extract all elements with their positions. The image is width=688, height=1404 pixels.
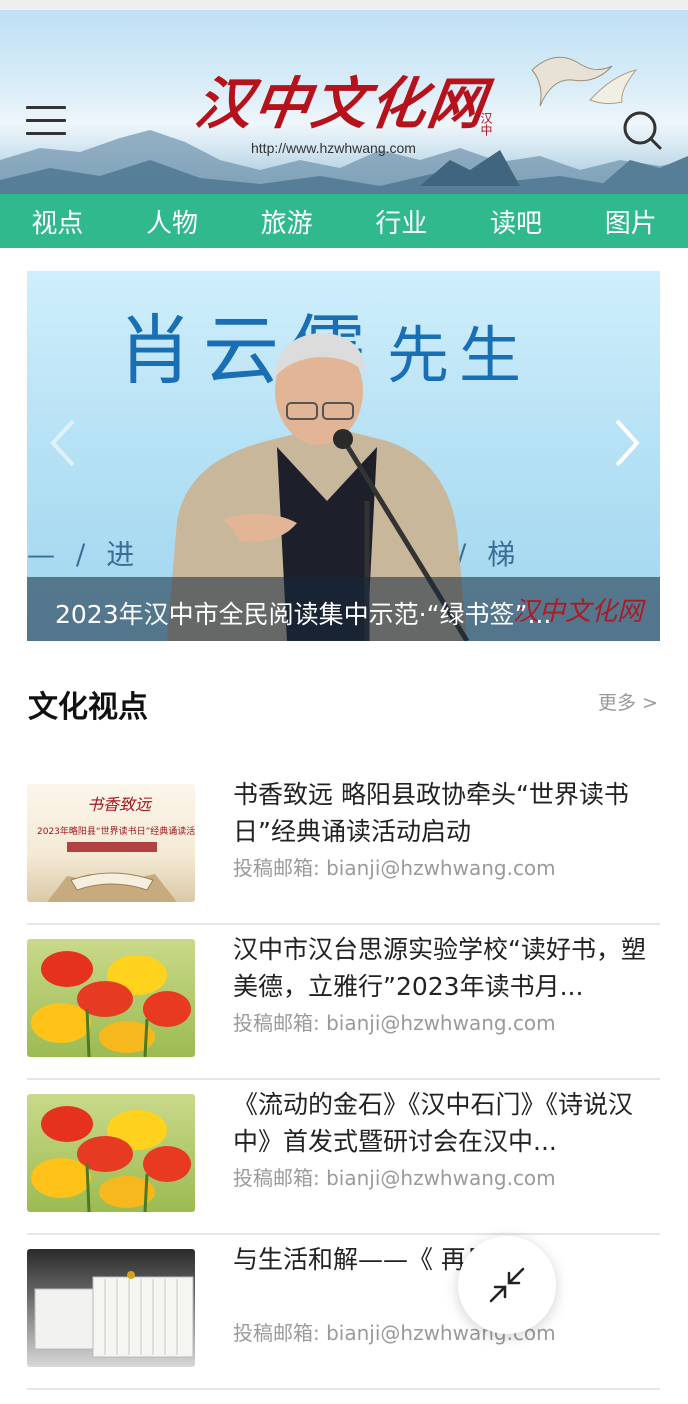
search-button[interactable] — [620, 108, 664, 152]
collapse-arrows-icon — [489, 1267, 525, 1303]
nav-item-reading[interactable]: 读吧 — [459, 203, 574, 240]
flower-image — [31, 951, 191, 1057]
article-item[interactable]: 《流动的金石》《汉中石门》《诗说汉中》首发式暨研讨会在汉中... 投稿邮箱: b… — [27, 1080, 660, 1235]
article-title[interactable]: 与生活和解——《 再见》序 — [233, 1241, 653, 1315]
collapse-floating-button[interactable] — [458, 1236, 556, 1334]
more-link[interactable]: 更多 > — [598, 688, 658, 715]
carousel-prev-arrow-icon[interactable] — [43, 413, 83, 473]
carousel-caption-bar: 汉中文化网 2023年汉中市全民阅读集中示范·“绿书签”... — [27, 577, 660, 641]
carousel-caption[interactable]: 2023年汉中市全民阅读集中示范·“绿书签”... — [55, 595, 625, 631]
article-item[interactable]: 与生活和解——《 再见》序 投稿邮箱: bianji@hzwhwang.com — [27, 1235, 660, 1390]
crane-birds — [531, 56, 638, 107]
svg-text:2023年略阳县“世界读书日”经典诵读活动: 2023年略阳县“世界读书日”经典诵读活动 — [37, 825, 195, 837]
article-item[interactable]: 书香致远 2023年略阳县“世界读书日”经典诵读活动 书香致远 略阳县政协牵头“… — [27, 770, 660, 925]
article-thumbnail: 书香致远 2023年略阳县“世界读书日”经典诵读活动 — [27, 784, 195, 902]
logo-url: http://www.hzwhwang.com — [251, 140, 416, 156]
logo-title: 汉中文化网 — [191, 71, 491, 137]
svg-text:书香致远: 书香致远 — [87, 795, 153, 814]
article-thumbnail — [27, 1094, 195, 1212]
article-email: 投稿邮箱: bianji@hzwhwang.com — [233, 1166, 556, 1190]
nav-item-pictures[interactable]: 图片 — [573, 203, 688, 240]
carousel-next-arrow-icon[interactable] — [607, 413, 647, 473]
hamburger-menu-icon — [26, 106, 66, 109]
article-title[interactable]: 书香致远 略阳县政协牵头“世界读书日”经典诵读活动启动 — [233, 776, 653, 850]
books-stack-image — [34, 1271, 194, 1358]
article-email: 投稿邮箱: bianji@hzwhwang.com — [233, 856, 556, 880]
menu-button[interactable] — [26, 106, 66, 142]
book-event-image: 书香致远 2023年略阳县“世界读书日”经典诵读活动 — [37, 795, 195, 902]
category-nav: 视点 人物 旅游 行业 读吧 图片 — [0, 194, 688, 248]
nav-item-industry[interactable]: 行业 — [344, 203, 459, 240]
nav-item-people[interactable]: 人物 — [115, 203, 230, 240]
featured-carousel[interactable]: 肖云儒先生 — / 进 价 / 梯 汉中文化网 2023年汉中市全民阅读集中示范… — [27, 271, 660, 641]
section-title: 文化视点 — [28, 690, 148, 725]
site-logo[interactable]: 汉中文化网 汉中 http://www.hzwhwang.com — [191, 71, 496, 162]
article-item[interactable]: 汉中市汉台思源实验学校“读好书，塑美德，立雅行”2023年读书月... 投稿邮箱… — [27, 925, 660, 1080]
nav-item-travel[interactable]: 旅游 — [229, 203, 344, 240]
nav-item-viewpoint[interactable]: 视点 — [0, 203, 115, 240]
status-strip — [0, 0, 688, 10]
flower-image — [31, 1106, 191, 1212]
site-header: 汉中文化网 汉中 http://www.hzwhwang.com — [0, 10, 688, 194]
article-thumbnail — [27, 1249, 195, 1367]
logo-seal-mark: 汉中 — [479, 112, 493, 136]
divider — [27, 1388, 660, 1390]
article-title[interactable]: 汉中市汉台思源实验学校“读好书，塑美德，立雅行”2023年读书月... — [233, 931, 653, 1005]
article-email: 投稿邮箱: bianji@hzwhwang.com — [233, 1011, 556, 1035]
search-icon — [623, 111, 662, 150]
article-thumbnail — [27, 939, 195, 1057]
article-title[interactable]: 《流动的金石》《汉中石门》《诗说汉中》首发式暨研讨会在汉中... — [233, 1086, 653, 1160]
